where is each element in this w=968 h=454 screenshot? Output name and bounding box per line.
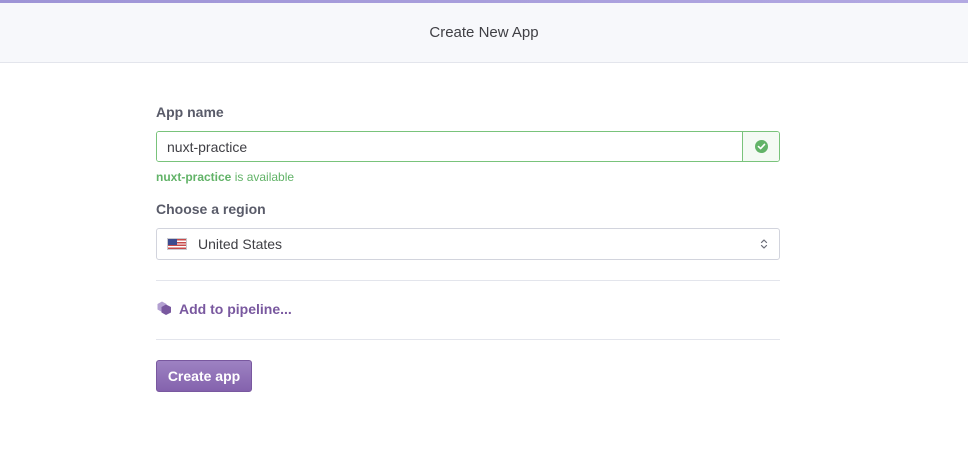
- app-name-valid-addon: [742, 132, 779, 161]
- region-value: United States: [198, 236, 283, 252]
- us-flag-icon: [167, 238, 187, 250]
- app-name-label: App name: [156, 104, 224, 120]
- availability-suffix: is available: [231, 170, 295, 184]
- chevron-up-down-icon: [759, 238, 769, 250]
- availability-message: nuxt-practice is available: [156, 170, 294, 184]
- check-circle-icon: [754, 140, 768, 153]
- add-to-pipeline-link[interactable]: Add to pipeline...: [156, 300, 292, 317]
- region-select[interactable]: United States: [156, 228, 780, 260]
- create-app-button[interactable]: Create app: [156, 360, 252, 392]
- section-divider: [156, 280, 780, 281]
- region-label: Choose a region: [156, 201, 266, 217]
- pipeline-hexagon-icon: [157, 301, 171, 315]
- section-divider-bottom: [156, 339, 780, 340]
- page-title: Create New App: [429, 24, 539, 41]
- add-to-pipeline-label: Add to pipeline...: [179, 300, 292, 317]
- page-header: Create New App: [0, 3, 968, 63]
- app-name-field: [156, 131, 780, 162]
- available-app-name: nuxt-practice: [156, 170, 232, 184]
- app-name-input[interactable]: [157, 132, 742, 161]
